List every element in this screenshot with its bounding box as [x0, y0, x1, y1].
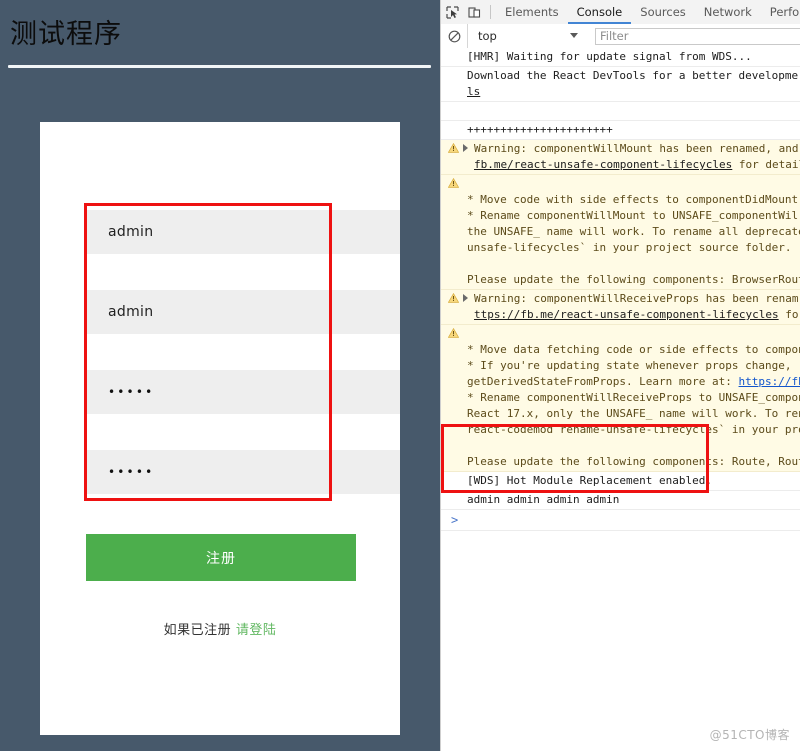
- login-hint-text: 如果已注册: [163, 623, 236, 638]
- chevron-down-icon: [570, 33, 578, 38]
- tab-performance[interactable]: Perfo: [761, 0, 800, 24]
- console-log-row: Download the React DevTools for a better…: [441, 67, 800, 102]
- app-page-pane: 测试程序 admin admin ••••• ••••• 注册 如果已注册 请登…: [0, 0, 440, 751]
- console-message-text: [HMR] Waiting for update signal from WDS…: [467, 50, 752, 63]
- clear-console-icon[interactable]: [441, 24, 467, 48]
- console-prompt-input[interactable]: [467, 512, 797, 528]
- console-link[interactable]: fb.me/react-unsafe-component-lifecycles: [474, 158, 732, 171]
- devtools-tabbar: Elements Console Sources Network Perfo: [441, 0, 800, 25]
- input-username[interactable]: admin: [86, 210, 400, 254]
- console-message-text: ++++++++++++++++++++++: [467, 123, 613, 136]
- console-filterbar: top: [441, 24, 800, 49]
- console-link[interactable]: https://fb: [739, 375, 800, 388]
- inspect-element-icon[interactable]: [441, 0, 463, 24]
- input-confirm-password[interactable]: •••••: [86, 450, 400, 494]
- console-message-text: Warning: componentWillReceiveProps has b…: [474, 292, 800, 321]
- prompt-chevron-icon: >: [451, 513, 459, 527]
- input-password-value: •••••: [108, 385, 155, 399]
- register-card: admin admin ••••• ••••• 注册 如果已注册 请登陆: [40, 122, 400, 735]
- watermark: @51CTO博客: [709, 728, 790, 742]
- tab-sources[interactable]: Sources: [631, 0, 695, 24]
- console-prompt-row[interactable]: >: [441, 510, 800, 531]
- input-nickname-value: admin: [108, 304, 154, 320]
- login-link[interactable]: 请登陆: [236, 623, 277, 638]
- console-context-select[interactable]: top: [467, 24, 588, 48]
- console-warning-row: Warning: componentWillMount has been ren…: [441, 140, 800, 175]
- input-password[interactable]: •••••: [86, 370, 400, 414]
- console-message-text: Warning: componentWillMount has been ren…: [474, 142, 800, 171]
- input-confirm-password-value: •••••: [108, 465, 155, 479]
- tab-elements[interactable]: Elements: [496, 0, 568, 24]
- console-message-text: Download the React DevTools for a better…: [467, 69, 800, 98]
- warning-icon: [448, 143, 459, 153]
- warning-icon: [448, 178, 459, 188]
- tab-console[interactable]: Console: [567, 0, 632, 24]
- console-message-text: * Move code with side effects to compone…: [467, 193, 800, 286]
- console-log-row: [WDS] Hot Module Replacement enabled.: [441, 472, 800, 491]
- console-warning-row: * Move code with side effects to compone…: [441, 175, 800, 290]
- console-warning-row: * Move data fetching code or side effect…: [441, 325, 800, 472]
- console-output[interactable]: [HMR] Waiting for update signal from WDS…: [441, 48, 800, 751]
- console-link[interactable]: ttps://fb.me/react-unsafe-component-life…: [474, 308, 779, 321]
- console-link[interactable]: ls: [467, 85, 480, 98]
- warning-icon: [448, 328, 459, 338]
- toolbar-divider: [490, 5, 491, 19]
- input-nickname[interactable]: admin: [86, 290, 400, 334]
- screenshot-root: 测试程序 admin admin ••••• ••••• 注册 如果已注册 请登…: [0, 0, 800, 751]
- console-log-row: [441, 102, 800, 121]
- console-message-text: [WDS] Hot Module Replacement enabled.: [467, 474, 713, 487]
- device-toolbar-icon[interactable]: [463, 0, 485, 24]
- console-log-row: [HMR] Waiting for update signal from WDS…: [441, 48, 800, 67]
- console-warning-row: Warning: componentWillReceiveProps has b…: [441, 290, 800, 325]
- input-username-value: admin: [108, 224, 154, 240]
- title-divider: [8, 65, 431, 68]
- login-hint: 如果已注册 请登陆: [40, 619, 400, 638]
- expand-arrow-icon[interactable]: [463, 144, 468, 152]
- tab-network[interactable]: Network: [695, 0, 761, 24]
- expand-arrow-icon[interactable]: [463, 294, 468, 302]
- page-title: 测试程序: [10, 19, 122, 50]
- console-log-row: admin admin admin admin: [441, 491, 800, 510]
- console-context-value: top: [478, 29, 497, 43]
- console-log-row: ++++++++++++++++++++++: [441, 121, 800, 140]
- register-button[interactable]: 注册: [86, 534, 356, 581]
- console-message-text: admin admin admin admin: [467, 493, 620, 506]
- console-filter-input[interactable]: [595, 27, 800, 45]
- warning-icon: [448, 293, 459, 303]
- console-message-text: * Move data fetching code or side effect…: [441, 326, 800, 470]
- devtools-panel: Elements Console Sources Network Perfo t…: [440, 0, 800, 751]
